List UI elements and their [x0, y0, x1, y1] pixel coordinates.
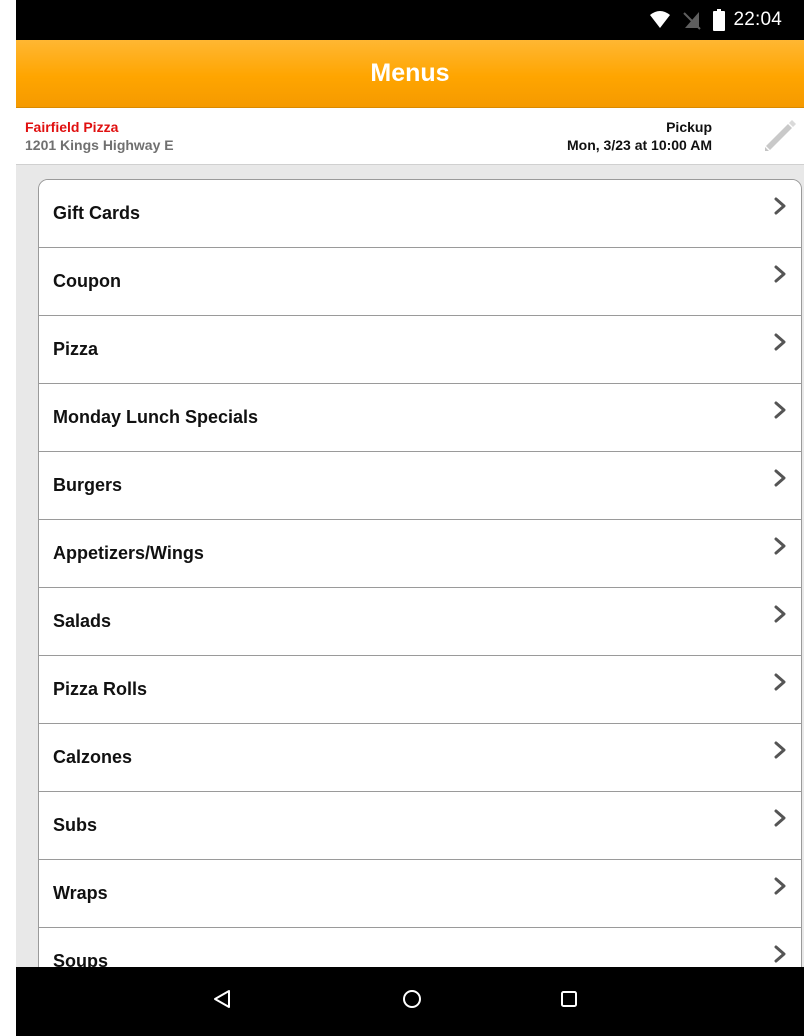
- menu-item-label: Pizza Rolls: [53, 679, 148, 699]
- status-clock: 22:04: [733, 9, 782, 30]
- menu-item-label: Gift Cards: [53, 203, 141, 223]
- chevron-right-icon: [773, 536, 787, 561]
- back-button[interactable]: [192, 967, 252, 1036]
- chevron-right-icon: [773, 604, 787, 629]
- edit-order-button[interactable]: [758, 114, 804, 160]
- chevron-right-icon: [773, 400, 787, 425]
- menu-item[interactable]: Gift Cards: [39, 180, 801, 248]
- order-type: Pickup: [666, 119, 712, 135]
- menu-item-label: Salads: [53, 611, 112, 631]
- status-icons: 22:04: [649, 0, 782, 40]
- menu-item[interactable]: Coupon: [39, 248, 801, 316]
- chevron-right-icon: [773, 944, 787, 967]
- back-icon: [211, 988, 233, 1015]
- recents-icon: [558, 988, 580, 1015]
- menu-item-label: Coupon: [53, 271, 121, 291]
- pencil-icon: [761, 115, 801, 160]
- chevron-right-icon: [773, 740, 787, 765]
- home-icon: [401, 988, 423, 1015]
- chevron-right-icon: [773, 876, 787, 901]
- chevron-right-icon: [773, 196, 787, 221]
- menu-item-label: Wraps: [53, 883, 108, 903]
- page-title: Menus: [370, 59, 450, 87]
- menu-item-label: Subs: [53, 815, 98, 835]
- no-sim-icon: [683, 10, 702, 30]
- menu-item[interactable]: Calzones: [39, 724, 801, 792]
- menu-item[interactable]: Soups: [39, 928, 801, 967]
- menu-item-label: Pizza: [53, 339, 99, 359]
- menu-item-label: Soups: [53, 951, 109, 967]
- menu-item[interactable]: Pizza Rolls: [39, 656, 801, 724]
- wifi-icon: [649, 11, 671, 29]
- battery-icon: [713, 9, 726, 31]
- menu-item[interactable]: Subs: [39, 792, 801, 860]
- menu-list: Gift Cards Coupon Pizza Monday Lunch Spe…: [38, 179, 802, 967]
- menu-item-label: Appetizers/Wings: [53, 543, 204, 563]
- chevron-right-icon: [773, 332, 787, 357]
- menu-item[interactable]: Burgers: [39, 452, 801, 520]
- store-address: 1201 Kings Highway E: [25, 137, 174, 153]
- menu-item[interactable]: Pizza: [39, 316, 801, 384]
- chevron-right-icon: [773, 468, 787, 493]
- menu-content: Gift Cards Coupon Pizza Monday Lunch Spe…: [16, 165, 804, 967]
- navigation-bar: [16, 967, 804, 1036]
- menu-item[interactable]: Salads: [39, 588, 801, 656]
- store-info-bar: Fairfield Pizza 1201 Kings Highway E Pic…: [16, 108, 804, 165]
- status-bar: 22:04: [16, 0, 804, 40]
- home-button[interactable]: [382, 967, 442, 1036]
- menu-item[interactable]: Wraps: [39, 860, 801, 928]
- menu-item-label: Calzones: [53, 747, 133, 767]
- recents-button[interactable]: [539, 967, 599, 1036]
- store-name: Fairfield Pizza: [25, 119, 119, 135]
- chevron-right-icon: [773, 264, 787, 289]
- title-bar: Menus: [16, 40, 804, 108]
- menu-item[interactable]: Monday Lunch Specials: [39, 384, 801, 452]
- menu-item[interactable]: Appetizers/Wings: [39, 520, 801, 588]
- menu-item-label: Burgers: [53, 475, 123, 495]
- order-time: Mon, 3/23 at 10:00 AM: [567, 137, 712, 153]
- chevron-right-icon: [773, 672, 787, 697]
- chevron-right-icon: [773, 808, 787, 833]
- menu-item-label: Monday Lunch Specials: [53, 407, 259, 427]
